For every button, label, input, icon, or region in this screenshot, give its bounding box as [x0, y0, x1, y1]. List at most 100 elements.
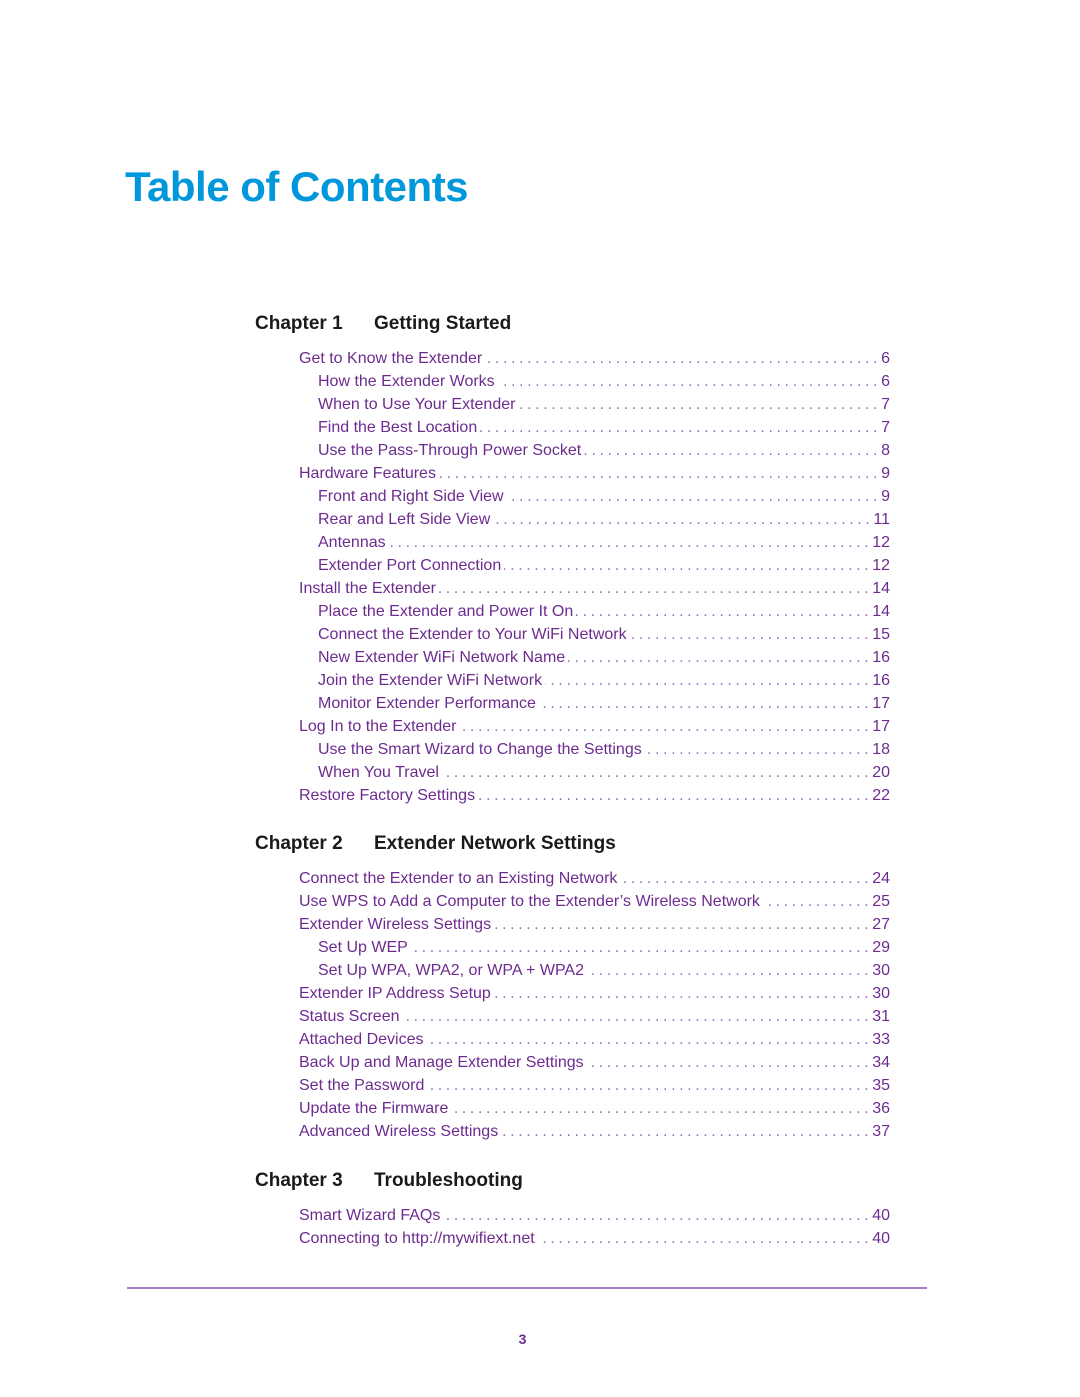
toc-entry-page: 18	[872, 741, 890, 758]
toc-entry-label: Set Up WPA, WPA2, or WPA + WPA2	[318, 962, 584, 979]
toc-entry-page: 16	[872, 672, 890, 689]
dot-leader: ........................................…	[411, 939, 873, 956]
toc-entry-link[interactable]: Status Screen...........................…	[255, 1005, 890, 1028]
toc-entry-link[interactable]: Monitor Extender Performance............…	[255, 692, 890, 715]
toc-entry-link[interactable]: Use the Pass-Through Power Socket.......…	[255, 439, 890, 462]
toc-entry-page: 40	[872, 1230, 890, 1247]
toc-entry-link[interactable]: Connecting to http://mywifiext.net......…	[255, 1227, 890, 1250]
toc-entry-link[interactable]: Install the Extender....................…	[255, 577, 890, 600]
chapter-section: Chapter 1 Getting Started Get to Know the…	[255, 310, 895, 807]
toc-entry-link[interactable]: Extender Wireless Settings..............…	[255, 913, 890, 936]
toc-entry-link[interactable]: Set the Password........................…	[255, 1074, 890, 1097]
dot-leader: ........................................…	[438, 465, 882, 482]
toc-entry-page: 9	[881, 488, 890, 505]
toc-entry-label: Monitor Extender Performance	[318, 695, 536, 712]
toc-entry-label: Status Screen	[299, 1008, 400, 1025]
dot-leader: ........................................…	[389, 534, 873, 551]
toc-entry-page: 33	[872, 1031, 890, 1048]
dot-leader: ........................................…	[494, 916, 873, 933]
toc-entry-link[interactable]: Hardware Features.......................…	[255, 462, 890, 485]
toc-entry-page: 17	[872, 718, 890, 735]
toc-entry-page: 30	[872, 962, 890, 979]
toc-entry-link[interactable]: When to Use Your Extender...............…	[255, 393, 890, 416]
toc-entry-label: Log In to the Extender	[299, 718, 457, 735]
toc-entry-label: Rear and Left Side View	[318, 511, 491, 528]
toc-entry-link[interactable]: Find the Best Location..................…	[255, 416, 890, 439]
dot-leader: ........................................…	[545, 672, 873, 689]
toc-entry-page: 22	[872, 787, 890, 804]
toc-entry-link[interactable]: Get to Know the Extender................…	[255, 347, 890, 370]
toc-entry-link[interactable]: Attached Devices........................…	[255, 1028, 890, 1051]
chapter-name: Troubleshooting	[374, 1170, 523, 1191]
toc-entry-label: Smart Wizard FAQs	[299, 1207, 441, 1224]
toc-entry-link[interactable]: Set Up WPA, WPA2, or WPA + WPA2.........…	[255, 959, 890, 982]
toc-entry-link[interactable]: Extender IP Address Setup...............…	[255, 982, 890, 1005]
toc-entry-link[interactable]: Join the Extender WiFi Network..........…	[255, 669, 890, 692]
toc-entry-page: 25	[872, 893, 890, 910]
toc-entry-link[interactable]: Use the Smart Wizard to Change the Setti…	[255, 738, 890, 761]
dot-leader: ........................................…	[427, 1077, 873, 1094]
toc-entry-label: Get to Know the Extender	[299, 350, 483, 367]
toc-entry-link[interactable]: How the Extender Works..................…	[255, 370, 890, 393]
toc-entry-label: Extender Port Connection	[318, 557, 502, 574]
page-title: Table of Contents	[125, 163, 469, 210]
toc-entry-page: 15	[872, 626, 890, 643]
toc-entry-label: Connecting to http://mywifiext.net	[299, 1230, 535, 1247]
toc-entry-link[interactable]: Connect the Extender to Your WiFi Networ…	[255, 623, 890, 646]
dot-leader: ........................................…	[497, 373, 882, 390]
chapter-heading: Chapter 1 Getting Started	[255, 310, 895, 338]
toc-entry-label: Use the Pass-Through Power Socket	[318, 442, 582, 459]
toc-entry-link[interactable]: Advanced Wireless Settings..............…	[255, 1120, 890, 1143]
chapter-heading: Chapter 2 Extender Network Settings	[255, 830, 895, 858]
toc-entry-link[interactable]: Extender Port Connection................…	[255, 554, 890, 577]
toc-entry-page: 16	[872, 649, 890, 666]
toc-entry-link[interactable]: When You Travel.........................…	[255, 761, 890, 784]
toc-entry-link[interactable]: Connect the Extender to an Existing Netw…	[255, 867, 890, 890]
toc-entry-link[interactable]: Smart Wizard FAQs.......................…	[255, 1204, 890, 1227]
dot-leader: ........................................…	[584, 442, 882, 459]
toc-entry-label: Install the Extender	[299, 580, 436, 597]
toc-entry-label: Antennas	[318, 534, 386, 551]
toc-entry-link[interactable]: Set Up WEP..............................…	[255, 936, 890, 959]
toc-entries: Get to Know the Extender................…	[255, 347, 895, 807]
toc-entry-link[interactable]: New Extender WiFi Network Name..........…	[255, 646, 890, 669]
toc-entry-link[interactable]: Antennas................................…	[255, 531, 890, 554]
toc-entry-label: Attached Devices	[299, 1031, 424, 1048]
toc-entry-label: When You Travel	[318, 764, 439, 781]
toc-entry-page: 35	[872, 1077, 890, 1094]
toc-entry-page: 6	[881, 350, 890, 367]
toc-entry-label: Front and Right Side View	[318, 488, 504, 505]
toc-entry-label: Update the Firmware	[299, 1100, 449, 1117]
dot-leader: ........................................…	[538, 1230, 873, 1247]
toc-entry-link[interactable]: Update the Firmware.....................…	[255, 1097, 890, 1120]
dot-leader: ........................................…	[518, 396, 882, 413]
toc-entry-link[interactable]: Rear and Left Side View.................…	[255, 508, 890, 531]
footer-divider	[127, 1287, 927, 1289]
toc-entry-page: 27	[872, 916, 890, 933]
toc-entry-label: Restore Factory Settings	[299, 787, 476, 804]
toc-entry-label: Set Up WEP	[318, 939, 408, 956]
toc-entry-page: 11	[873, 511, 890, 528]
dot-leader: ........................................…	[645, 741, 873, 758]
toc-entry-page: 17	[872, 695, 890, 712]
toc-entry-label: Back Up and Manage Extender Settings	[299, 1054, 584, 1071]
dot-leader: ........................................…	[443, 1207, 873, 1224]
toc-entry-link[interactable]: Use WPS to Add a Computer to the Extende…	[255, 890, 890, 913]
toc-entry-page: 37	[872, 1123, 890, 1140]
toc-entry-label: Use the Smart Wizard to Change the Setti…	[318, 741, 642, 758]
toc-entry-link[interactable]: Restore Factory Settings................…	[255, 784, 890, 807]
chapter-name: Extender Network Settings	[374, 833, 616, 854]
toc-entry-label: Extender Wireless Settings	[299, 916, 492, 933]
dot-leader: ........................................…	[485, 350, 882, 367]
toc-entry-link[interactable]: Back Up and Manage Extender Settings....…	[255, 1051, 890, 1074]
chapter-number: Chapter 2	[255, 833, 343, 854]
toc-entry-page: 30	[872, 985, 890, 1002]
chapter-name: Getting Started	[374, 313, 512, 334]
dot-leader: ........................................…	[442, 764, 873, 781]
toc-entry-link[interactable]: Front and Right Side View...............…	[255, 485, 890, 508]
toc-entry-page: 36	[872, 1100, 890, 1117]
chapter-heading: Chapter 3 Troubleshooting	[255, 1167, 895, 1195]
toc-entry-link[interactable]: Place the Extender and Power It On......…	[255, 600, 890, 623]
toc-entry-label: Connect the Extender to an Existing Netw…	[299, 870, 618, 887]
toc-entry-link[interactable]: Log In to the Extender..................…	[255, 715, 890, 738]
